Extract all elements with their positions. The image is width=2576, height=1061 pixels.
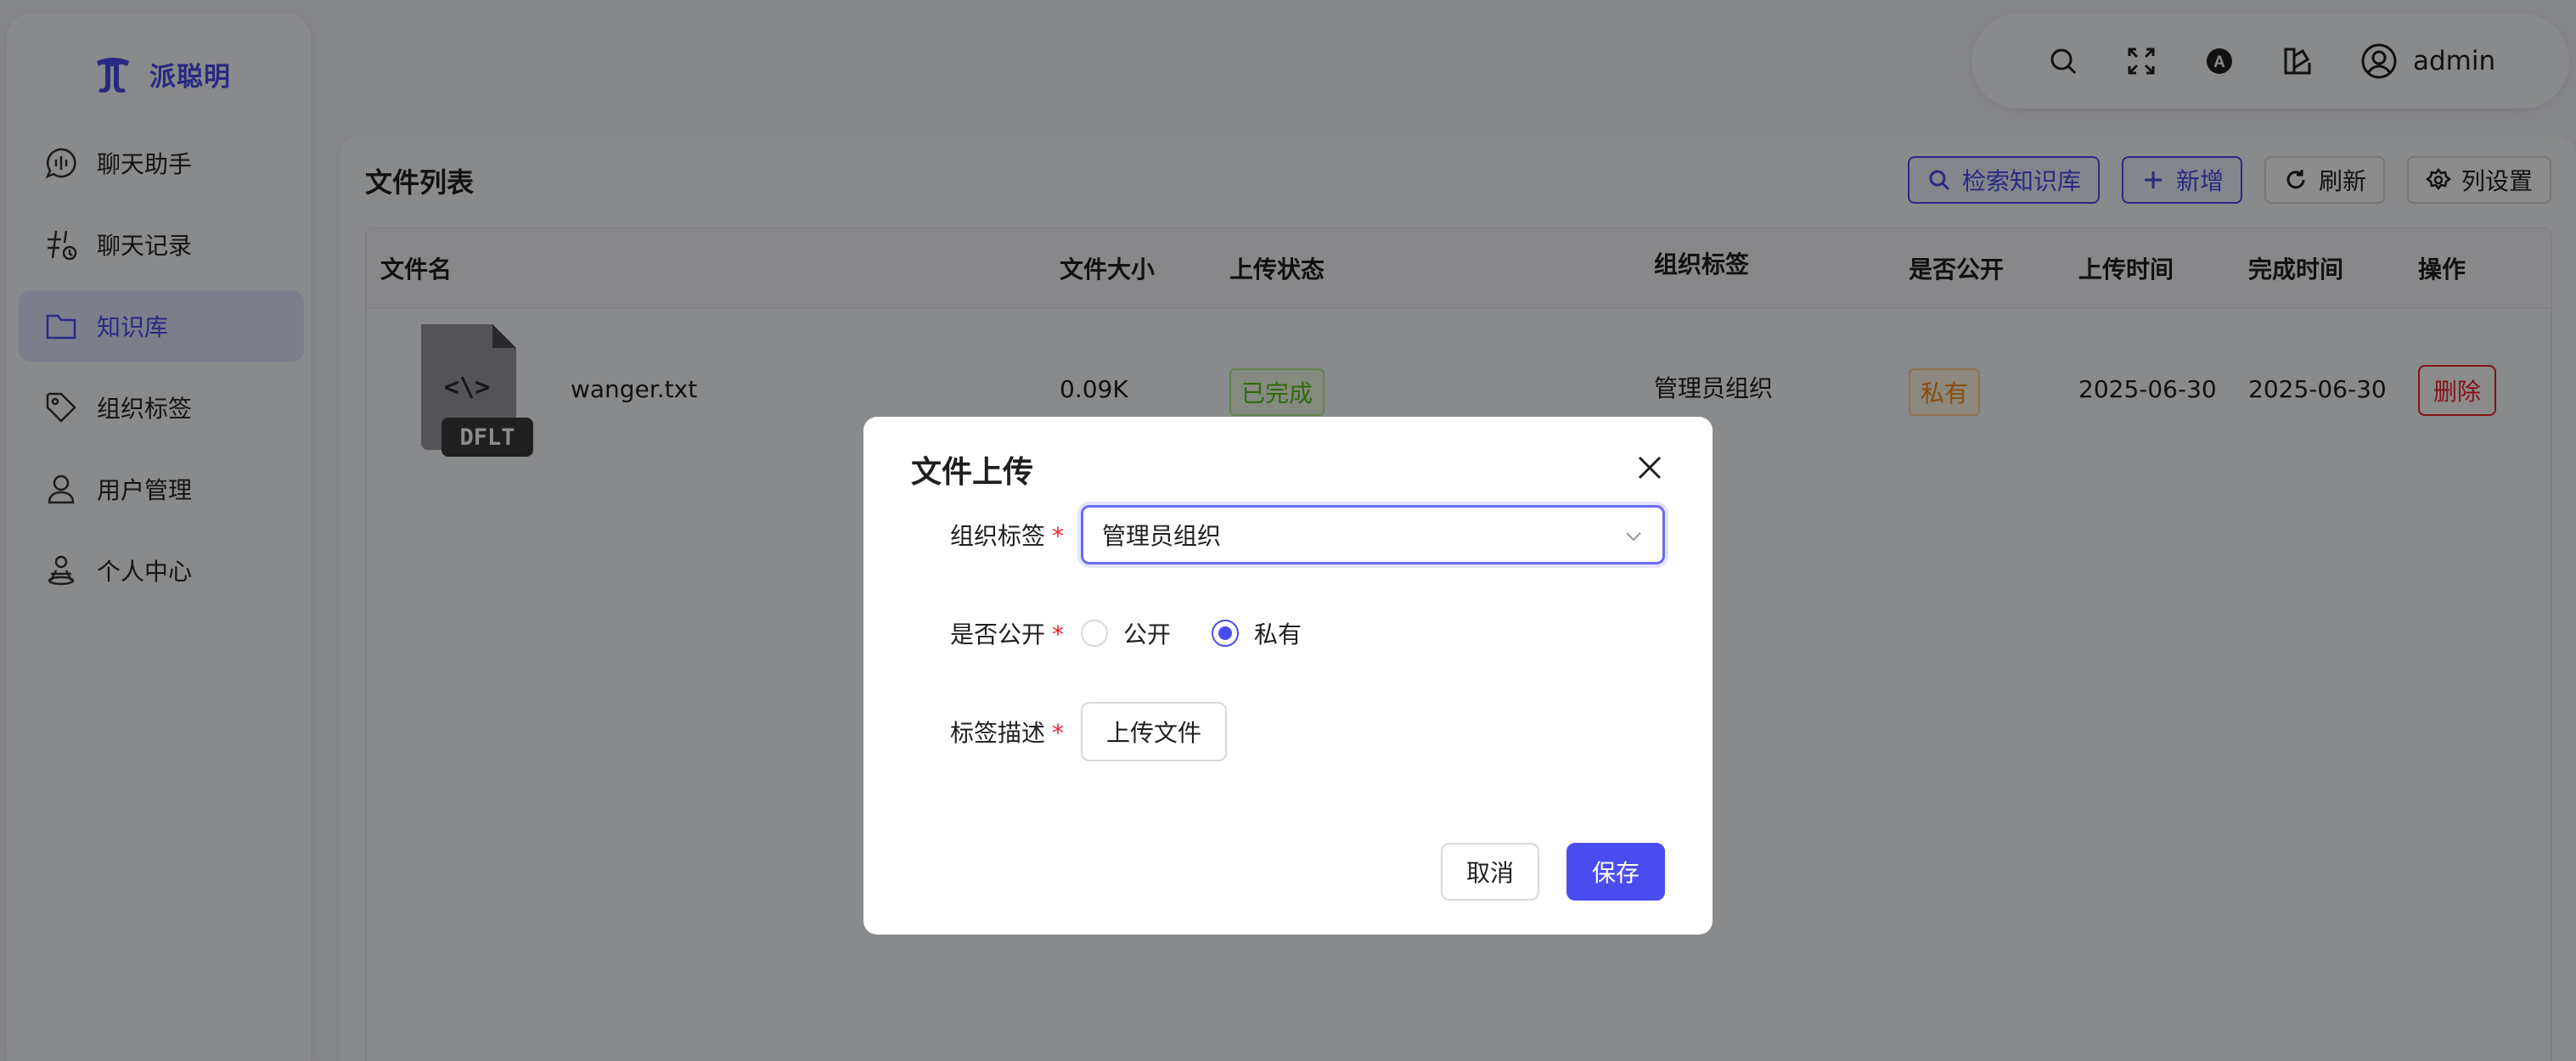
- modal-title: 文件上传: [911, 455, 1034, 490]
- description-label: 标签描述 *: [949, 719, 1064, 747]
- radio-public-circle[interactable]: [1081, 620, 1108, 647]
- cancel-button[interactable]: 取消: [1440, 843, 1539, 901]
- form-row-public: 是否公开 * 公开 私有: [863, 603, 1713, 663]
- upload-file-button[interactable]: 上传文件: [1081, 702, 1228, 761]
- radio-private-circle[interactable]: [1212, 620, 1240, 647]
- org-tag-select-value: 管理员组织: [1102, 522, 1222, 550]
- radio-public-label: 公开: [1123, 620, 1172, 648]
- org-tag-label: 组织标签 *: [949, 522, 1064, 550]
- form-row-description: 标签描述 * 上传文件: [863, 702, 1713, 761]
- radio-public[interactable]: 公开: [1081, 616, 1171, 650]
- org-tag-select[interactable]: 管理员组织: [1081, 505, 1665, 564]
- close-icon[interactable]: [1634, 452, 1665, 483]
- public-label: 是否公开 *: [949, 620, 1064, 648]
- radio-private[interactable]: 私有: [1212, 616, 1302, 650]
- public-radio-group: 公开 私有: [1081, 616, 1342, 650]
- form-row-org-tag: 组织标签 * 管理员组织: [863, 505, 1713, 564]
- upload-modal: 文件上传 组织标签 * 管理员组织 是否公开 * 公开 私有 标签描述 * 上传文件 …: [863, 417, 1713, 935]
- modal-footer: 取消 保存: [1440, 843, 1665, 901]
- radio-private-label: 私有: [1254, 620, 1302, 648]
- save-button[interactable]: 保存: [1566, 843, 1665, 901]
- chevron-down-icon: [1626, 532, 1641, 542]
